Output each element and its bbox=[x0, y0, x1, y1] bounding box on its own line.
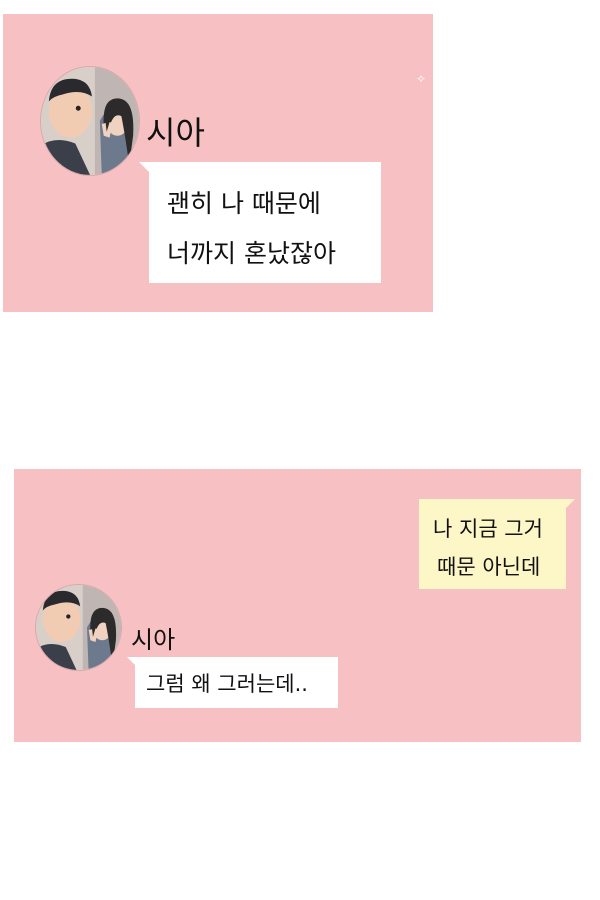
message-line: 너까지 혼났잖아 bbox=[167, 239, 336, 268]
message-line: 그럼 왜 그러는데.. bbox=[146, 672, 308, 696]
message-line: 나 지금 그거 bbox=[433, 517, 543, 541]
avatar-photo-icon bbox=[41, 67, 139, 175]
sparkle-icon: ✧ bbox=[416, 72, 427, 86]
contact-avatar[interactable] bbox=[35, 584, 122, 671]
message-line: 때문 아닌데 bbox=[437, 555, 541, 579]
chat-panel-1: 시아 괜히 나 때문에 너까지 혼났잖아 ✧ bbox=[3, 14, 433, 312]
message-bubble-mine: 나 지금 그거 때문 아닌데 bbox=[419, 499, 575, 589]
contact-avatar[interactable] bbox=[40, 66, 140, 176]
bubble-tail bbox=[566, 499, 575, 508]
bubble-tail bbox=[127, 657, 135, 665]
chat-panel-2: 나 지금 그거 때문 아닌데 시아 그럼 왜 그러는데.. bbox=[14, 469, 581, 742]
avatar-photo-icon bbox=[36, 585, 121, 670]
message-bubble-contact: 그럼 왜 그러는데.. bbox=[127, 657, 338, 708]
bubble-tail bbox=[139, 162, 149, 172]
contact-name: 시아 bbox=[131, 626, 176, 654]
message-bubble-contact: 괜히 나 때문에 너까지 혼났잖아 bbox=[139, 162, 381, 283]
message-line: 괜히 나 때문에 bbox=[167, 189, 321, 218]
contact-name: 시아 bbox=[146, 114, 205, 152]
